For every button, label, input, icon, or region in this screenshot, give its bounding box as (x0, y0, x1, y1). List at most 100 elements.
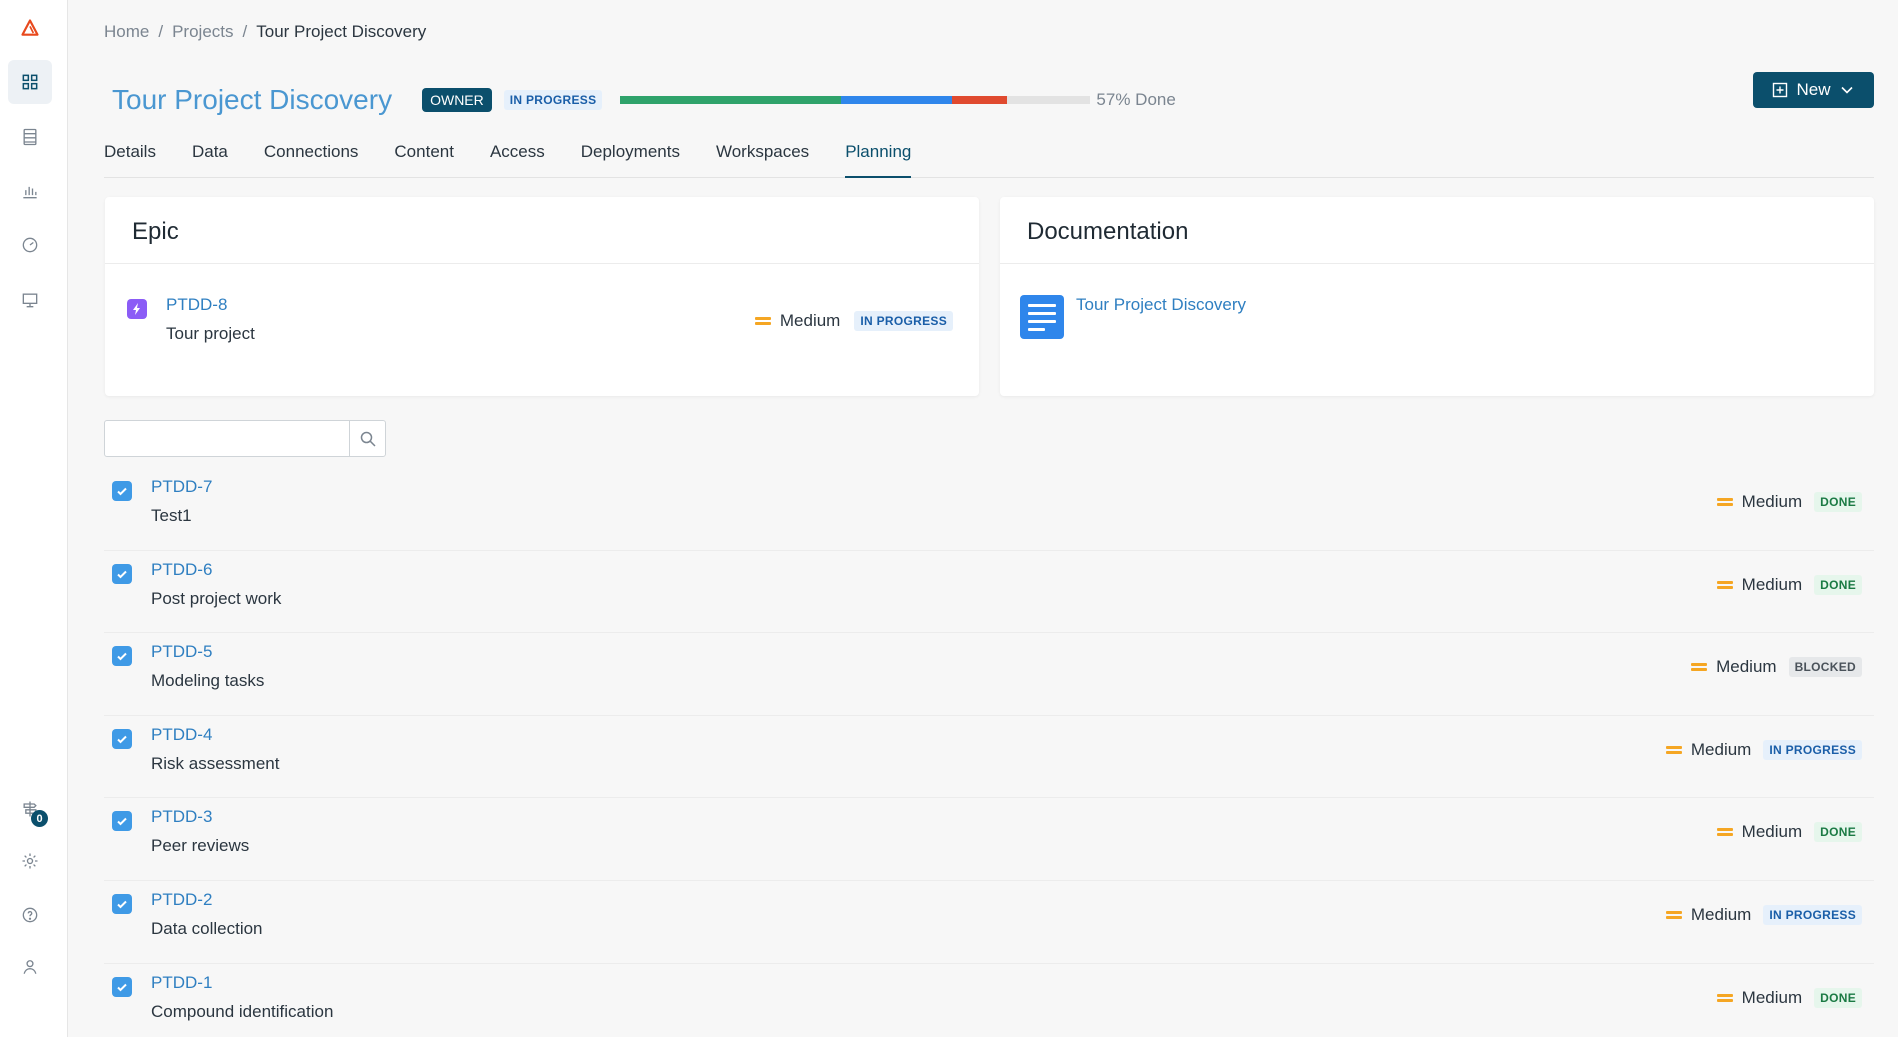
task-summary: Modeling tasks (151, 671, 265, 691)
epic-summary: Tour project (166, 324, 255, 343)
search-input[interactable] (105, 421, 349, 456)
task-key-link[interactable]: PTDD-6 (151, 560, 212, 580)
status-badge: IN PROGRESS (854, 311, 953, 331)
help-icon[interactable] (8, 893, 52, 937)
task-meta: Medium DONE (1716, 822, 1862, 843)
tab-access[interactable]: Access (490, 140, 545, 178)
priority-label: Medium (1741, 822, 1803, 842)
task-row[interactable]: PTDD-3 Peer reviews Medium DONE (104, 798, 1874, 881)
progress-in-progress-segment (841, 96, 952, 104)
status-badge: DONE (1814, 987, 1862, 1008)
documentation-link[interactable]: Tour Project Discovery (1076, 295, 1246, 315)
signpost-icon[interactable]: 0 (8, 787, 52, 831)
role-badge: OWNER (422, 88, 492, 112)
task-row[interactable]: PTDD-6 Post project work Medium DONE (104, 551, 1874, 634)
user-icon[interactable] (8, 945, 52, 989)
breadcrumb-home[interactable]: Home (104, 22, 149, 41)
task-row[interactable]: PTDD-4 Risk assessment Medium IN PROGRESS (104, 716, 1874, 799)
epic-lightning-icon (127, 299, 147, 319)
task-row[interactable]: PTDD-1 Compound identification Medium DONE (104, 964, 1874, 1037)
tab-content[interactable]: Content (394, 140, 454, 178)
priority-label: Medium (1690, 904, 1752, 924)
epic-card: Epic PTDD-8 Tour project Medium IN PROGR… (105, 197, 979, 396)
task-key-link[interactable]: PTDD-2 (151, 890, 212, 910)
documentation-card-title: Documentation (1000, 197, 1874, 264)
task-meta: Medium DONE (1716, 987, 1862, 1008)
task-key-link[interactable]: PTDD-5 (151, 642, 212, 662)
tab-bar: Details Data Connections Content Access … (104, 140, 1874, 178)
epic-card-title: Epic (105, 197, 979, 264)
task-priority: Medium (1716, 987, 1803, 1008)
checkbox-checked-icon[interactable] (112, 811, 132, 832)
task-meta: Medium DONE (1716, 492, 1862, 512)
project-header: Tour Project Discovery OWNER IN PROGRESS… (112, 80, 1176, 120)
bar-chart-icon[interactable] (8, 169, 52, 213)
checkbox-checked-icon[interactable] (112, 976, 132, 997)
priority-label: Medium (1741, 987, 1803, 1007)
priority-medium-icon (1716, 992, 1733, 1004)
progress-bar (620, 96, 1091, 104)
priority-label: Medium (1690, 739, 1752, 759)
task-summary: Risk assessment (151, 753, 280, 773)
status-badge: IN PROGRESS (1763, 904, 1862, 925)
checkbox-checked-icon[interactable] (112, 646, 132, 667)
new-button[interactable]: New (1753, 72, 1874, 108)
priority-medium-icon (1691, 661, 1708, 673)
checkbox-checked-icon[interactable] (112, 893, 132, 914)
task-row[interactable]: PTDD-5 Modeling tasks Medium BLOCKED (104, 633, 1874, 716)
task-key-link[interactable]: PTDD-1 (151, 973, 212, 993)
breadcrumb-current: Tour Project Discovery (256, 22, 427, 41)
documentation-card: Documentation Tour Project Discovery (1000, 197, 1874, 396)
task-summary: Post project work (151, 588, 282, 608)
tab-connections[interactable]: Connections (264, 140, 359, 178)
priority-medium-icon (754, 315, 771, 327)
task-priority: Medium (1665, 904, 1752, 925)
monitor-icon[interactable] (8, 278, 52, 322)
priority-medium-icon (1665, 909, 1682, 921)
task-key-link[interactable]: PTDD-4 (151, 725, 212, 745)
priority-medium-icon (1716, 579, 1733, 591)
search-button[interactable] (349, 421, 385, 456)
checkbox-checked-icon[interactable] (112, 481, 132, 501)
gauge-icon[interactable] (8, 223, 52, 267)
add-box-icon (1773, 82, 1788, 98)
epic-key-link[interactable]: PTDD-8 (166, 295, 227, 315)
priority-medium-icon (1716, 496, 1733, 508)
progress-blocked-segment (951, 96, 1007, 104)
task-row[interactable]: PTDD-7 Test1 Medium DONE (104, 468, 1874, 551)
task-meta: Medium BLOCKED (1691, 657, 1862, 678)
tab-deployments[interactable]: Deployments (581, 140, 680, 178)
status-badge: DONE (1814, 492, 1862, 512)
logo-icon[interactable] (8, 6, 52, 50)
task-key-link[interactable]: PTDD-3 (151, 807, 212, 827)
gear-icon[interactable] (8, 839, 52, 883)
task-summary: Compound identification (151, 1001, 334, 1021)
document-icon (1020, 295, 1064, 339)
database-icon[interactable] (8, 115, 52, 159)
tab-workspaces[interactable]: Workspaces (716, 140, 809, 178)
notification-badge: 0 (31, 810, 48, 827)
status-badge: BLOCKED (1788, 657, 1862, 678)
page-title: Tour Project Discovery (112, 84, 393, 115)
task-priority: Medium (1716, 822, 1803, 842)
epic-meta: Medium IN PROGRESS (754, 311, 953, 331)
tab-details[interactable]: Details (104, 140, 156, 178)
task-priority: Medium (1716, 574, 1803, 595)
search-icon (360, 431, 376, 447)
task-key-link[interactable]: PTDD-7 (151, 477, 212, 497)
checkbox-checked-icon[interactable] (112, 728, 132, 749)
task-summary: Data collection (151, 918, 263, 938)
tab-planning[interactable]: Planning (845, 140, 912, 178)
tab-data[interactable]: Data (192, 140, 228, 178)
task-list: PTDD-7 Test1 Medium DONE PTDD-6 Post project … (104, 468, 1874, 1037)
dashboard-grid-icon[interactable] (8, 60, 52, 104)
checkbox-checked-icon[interactable] (112, 563, 132, 584)
breadcrumb-separator: / (242, 22, 248, 41)
sidebar: 0 (0, 0, 68, 1037)
task-priority: Medium (1665, 739, 1752, 760)
task-row[interactable]: PTDD-2 Data collection Medium IN PROGRESS (104, 881, 1874, 964)
priority-medium-icon (1716, 826, 1733, 838)
breadcrumb-separator: / (158, 22, 164, 41)
breadcrumb-projects[interactable]: Projects (172, 22, 233, 41)
priority-label: Medium (1741, 574, 1803, 594)
